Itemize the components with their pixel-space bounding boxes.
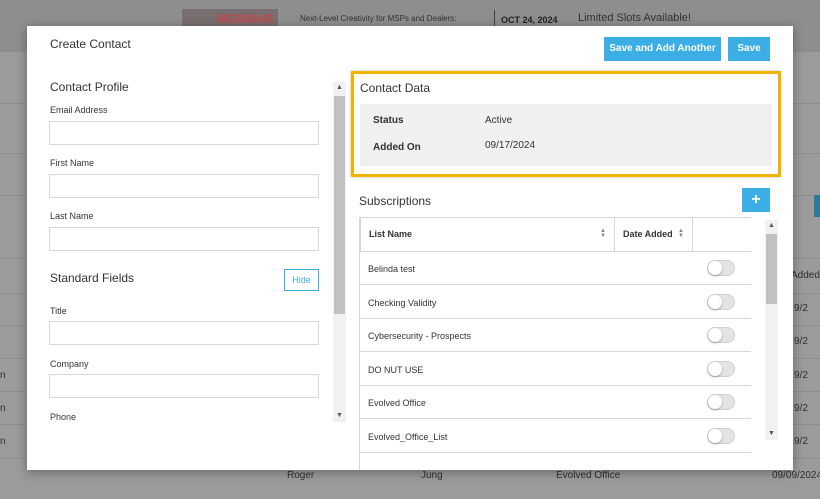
toggle-knob [708, 428, 722, 443]
form-scrollbar[interactable]: ▲ ▼ [333, 82, 346, 422]
toggle-knob [708, 294, 722, 309]
toggle-knob [708, 261, 722, 275]
form-scrollbar-thumb[interactable] [334, 96, 345, 314]
bg-button-fragment [814, 195, 820, 217]
subscriptions-scrollbar[interactable]: ▲ ▼ [765, 220, 778, 440]
banner-slots: Limited Slots Available! [578, 12, 691, 24]
company-label: Company [50, 359, 89, 369]
status-label: Status [373, 115, 404, 126]
table-row: Belinda test [360, 252, 751, 285]
scroll-up-arrow-icon[interactable]: ▲ [765, 220, 778, 232]
bg-text-fragment: n [0, 370, 6, 381]
column-divider [692, 218, 693, 251]
bg-first-name: Roger [287, 470, 315, 481]
column-header-list-name[interactable]: List Name [369, 218, 412, 251]
phone-label: Phone [50, 412, 77, 422]
subscription-toggle[interactable] [707, 293, 735, 310]
title-label: Title [50, 306, 67, 316]
list-name-cell: Belinda test [368, 264, 416, 274]
modal-title: Create Contact [50, 37, 131, 51]
bg-text-fragment: n [0, 403, 6, 414]
contact-form: Contact Profile Email Address First Name… [27, 76, 348, 426]
sort-icon[interactable]: ▲ ▼ [677, 228, 685, 239]
bg-date-fragment: 9/2 [794, 303, 808, 314]
added-on-label: Added On [373, 142, 421, 153]
subscriptions-table: List Name ▲ ▼ Date Added ▲ ▼ Belinda test C… [359, 217, 751, 470]
bg-date-fragment: 9/2 [794, 336, 808, 347]
first-name-label: First Name [50, 158, 95, 168]
table-header: List Name ▲ ▼ Date Added ▲ ▼ [360, 217, 751, 252]
bg-last-name: Jung [421, 470, 443, 481]
subscription-toggle[interactable] [707, 427, 735, 444]
sort-icon[interactable]: ▲ ▼ [599, 228, 607, 239]
email-field[interactable] [49, 121, 319, 145]
toggle-knob [708, 361, 722, 376]
standard-fields-heading: Standard Fields [50, 271, 135, 285]
add-subscription-button[interactable]: + [742, 188, 770, 212]
table-row: Evolved_Office_List [360, 420, 751, 453]
table-row: Evolved Office [360, 386, 751, 419]
subscription-toggle[interactable] [707, 360, 735, 377]
bg-company: Evolved Office [556, 470, 621, 481]
hide-button[interactable]: Hide [284, 269, 319, 291]
scroll-down-arrow-icon[interactable]: ▼ [333, 410, 346, 422]
table-row: DO NUT USE [360, 353, 751, 386]
bg-date-fragment: 9/2 [794, 403, 808, 414]
contact-data-grid: Status Active Added On 09/17/2024 [360, 104, 772, 166]
contact-data-heading: Contact Data [360, 81, 431, 95]
create-contact-modal: Create Contact Save and Add Another Save… [27, 26, 793, 470]
banner-tagline: Next-Level Creativity for MSPs and Deale… [300, 14, 457, 23]
table-row: Checking Validity [360, 286, 751, 319]
list-name-cell: Evolved_Office_List [368, 431, 448, 442]
subscription-toggle[interactable] [707, 327, 735, 343]
list-name-cell: Evolved Office [368, 398, 426, 408]
last-name-field[interactable] [49, 227, 319, 251]
subscriptions-scrollbar-thumb[interactable] [766, 234, 777, 304]
toggle-knob [708, 328, 722, 342]
column-divider [614, 218, 615, 251]
status-value: Active [485, 115, 513, 126]
bg-text-fragment: n [0, 436, 6, 447]
bg-date-fragment: 9/2 [794, 370, 808, 381]
save-button[interactable]: Save [728, 37, 770, 61]
bg-header-fragment: Added [791, 270, 820, 281]
scroll-up-arrow-icon[interactable]: ▲ [333, 82, 346, 94]
subscriptions-heading: Subscriptions [359, 194, 432, 208]
list-name-cell: DO NUT USE [368, 364, 424, 375]
table-row: Cybersecurity - Prospects [360, 319, 751, 352]
scroll-down-arrow-icon[interactable]: ▼ [765, 428, 778, 440]
list-name-cell: Cybersecurity - Prospects [368, 331, 472, 341]
email-label: Email Address [50, 105, 108, 115]
added-on-value: 09/17/2024 [485, 140, 536, 151]
contact-data-panel: Contact Data Status Active Added On 09/1… [351, 71, 781, 177]
bg-date-fragment: 9/2 [794, 436, 808, 447]
column-header-date-added[interactable]: Date Added [623, 218, 673, 251]
subscription-toggle[interactable] [707, 394, 735, 410]
first-name-field[interactable] [49, 174, 319, 198]
toggle-knob [708, 395, 722, 409]
title-field[interactable] [49, 321, 319, 345]
contact-profile-heading: Contact Profile [50, 80, 129, 94]
company-field[interactable] [49, 374, 319, 398]
last-name-label: Last Name [50, 211, 94, 221]
list-name-cell: Checking Validity [368, 297, 437, 308]
subscription-toggle[interactable] [707, 260, 735, 276]
save-and-add-another-button[interactable]: Save and Add Another [604, 37, 721, 61]
bg-date: 09/09/2024 [772, 470, 820, 481]
